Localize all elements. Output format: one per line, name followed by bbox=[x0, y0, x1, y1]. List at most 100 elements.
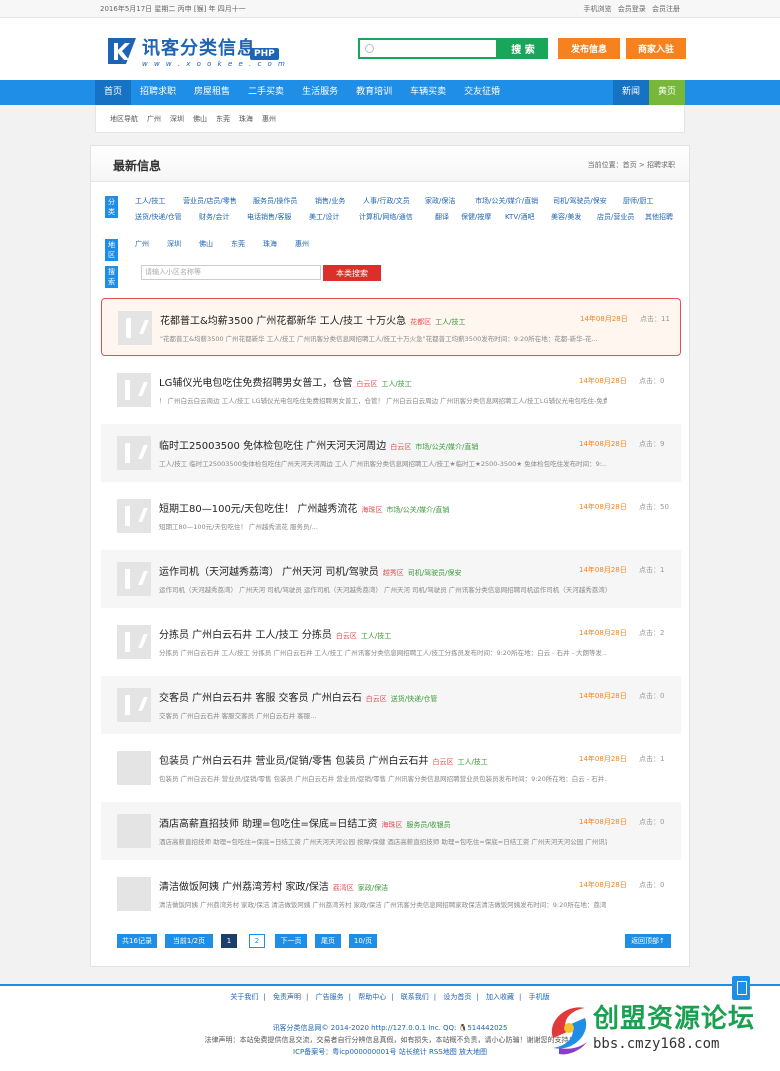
listing-title[interactable]: 短期工80—100元/天包吃住！ 广州越秀流花 bbox=[159, 504, 357, 515]
nav-jobs[interactable]: 招聘求职 bbox=[131, 80, 185, 105]
region-option[interactable]: 佛山 bbox=[199, 239, 213, 249]
listing-title[interactable]: 花都普工&均薪3500 广州花都新华 工人/技工 十万火急 bbox=[160, 316, 406, 327]
pager-last[interactable]: 尾页 bbox=[315, 934, 341, 948]
category-option[interactable]: 计算机/网络/通信 bbox=[359, 212, 413, 222]
list-item[interactable]: 清洁做饭阿姨 广州荔湾芳村 家政/保洁 荔湾区 家政/保洁 清洁做饭阿姨 广州荔湾芳… bbox=[101, 865, 681, 923]
listing-thumbnail[interactable] bbox=[117, 436, 151, 470]
region-option[interactable]: 广州 bbox=[135, 239, 149, 249]
pager-page-2[interactable]: 2 bbox=[249, 934, 265, 948]
subnav-region[interactable]: 佛山 bbox=[193, 114, 207, 124]
list-item[interactable]: 酒店高薪直招技师 助理=包吃住=保底=日结工资 海珠区 服务员/收银员 酒店高薪直招… bbox=[101, 802, 681, 860]
listing-title[interactable]: 包装员 广州白云石井 营业员/促销/零售 包装员 广州白云石井 bbox=[159, 756, 428, 767]
listing-title[interactable]: 分拣员 广州白云石井 工人/技工 分拣员 bbox=[159, 630, 332, 641]
mobile-phone-icon[interactable] bbox=[732, 976, 750, 1000]
listing-thumbnail[interactable] bbox=[117, 373, 151, 407]
listing-category[interactable]: 服务员/收银员 bbox=[406, 821, 450, 829]
pager-page-1[interactable]: 1 bbox=[221, 934, 237, 948]
footer-link-homepage[interactable]: 设为首页 bbox=[443, 993, 471, 1001]
category-option[interactable]: 美工/设计 bbox=[309, 212, 339, 222]
keyword-input[interactable]: 请输入小区名称等 bbox=[141, 265, 321, 280]
search-input[interactable] bbox=[358, 38, 498, 59]
back-to-top-button[interactable]: 返回顶部↑ bbox=[625, 934, 671, 948]
category-option[interactable]: 市场/公关/媒介/直销 bbox=[475, 196, 538, 206]
listing-thumbnail[interactable] bbox=[118, 311, 152, 345]
nav-vehicles[interactable]: 车辆买卖 bbox=[401, 80, 455, 105]
listing-category[interactable]: 送货/快递/仓管 bbox=[391, 695, 438, 703]
listing-title[interactable]: 运作司机（天河越秀荔湾） 广州天河 司机/驾驶员 bbox=[159, 567, 379, 578]
pager-next[interactable]: 下一页 bbox=[275, 934, 307, 948]
list-item[interactable]: LG辅仪光电包吃住免费招聘男女普工，仓管 白云区 工人/技工 ！ 广州白云白云周边 … bbox=[101, 361, 681, 419]
footer-link-help[interactable]: 帮助中心 bbox=[358, 993, 386, 1001]
list-item[interactable]: 分拣员 广州白云石井 工人/技工 分拣员 白云区 工人/技工 分拣员 广州白云石井 … bbox=[101, 613, 681, 671]
listing-category[interactable]: 工人/技工 bbox=[435, 318, 465, 326]
region-option[interactable]: 东莞 bbox=[231, 239, 245, 249]
subnav-region[interactable]: 惠州 bbox=[262, 114, 276, 124]
footer-link-ads[interactable]: 广告服务 bbox=[316, 993, 344, 1001]
listing-area[interactable]: 白云区 bbox=[356, 380, 377, 388]
category-option[interactable]: 财务/会计 bbox=[199, 212, 229, 222]
nav-news[interactable]: 新闻 bbox=[612, 80, 649, 105]
listing-category[interactable]: 司机/驾驶员/保安 bbox=[408, 569, 462, 577]
region-option[interactable]: 珠海 bbox=[263, 239, 277, 249]
category-option[interactable]: 人事/行政/文员 bbox=[363, 196, 410, 206]
category-search-button[interactable]: 本类搜索 bbox=[323, 265, 381, 281]
nav-yellowpages[interactable]: 黄页 bbox=[648, 80, 685, 105]
nav-services[interactable]: 生活服务 bbox=[293, 80, 347, 105]
category-option[interactable]: 电话销售/客服 bbox=[247, 212, 291, 222]
subnav-region[interactable]: 东莞 bbox=[216, 114, 230, 124]
nav-dating[interactable]: 交友征婚 bbox=[455, 80, 509, 105]
listing-area[interactable]: 越秀区 bbox=[383, 569, 404, 577]
listing-area[interactable]: 海珠区 bbox=[381, 821, 402, 829]
list-item[interactable]: 运作司机（天河越秀荔湾） 广州天河 司机/驾驶员 越秀区 司机/驾驶员/保安 运作司… bbox=[101, 550, 681, 608]
listing-area[interactable]: 花都区 bbox=[410, 318, 431, 326]
list-item[interactable]: 交客员 广州白云石井 客服 交客员 广州白云石 白云区 送货/快递/仓管 交客员 广… bbox=[101, 676, 681, 734]
merchant-join-button[interactable]: 商家入驻 bbox=[626, 38, 686, 59]
listing-title[interactable]: 清洁做饭阿姨 广州荔湾芳村 家政/保洁 bbox=[159, 882, 329, 893]
category-option[interactable]: 营业员/店员/零售 bbox=[183, 196, 237, 206]
listing-category[interactable]: 工人/技工 bbox=[361, 632, 391, 640]
category-option[interactable]: 销售/业务 bbox=[315, 196, 345, 206]
nav-housing[interactable]: 房屋租售 bbox=[185, 80, 239, 105]
listing-category[interactable]: 家政/保洁 bbox=[358, 884, 388, 892]
listing-thumbnail[interactable] bbox=[117, 625, 151, 659]
list-item[interactable]: 花都普工&均薪3500 广州花都新华 工人/技工 十万火急 花都区 工人/技工 "花… bbox=[101, 298, 681, 356]
listing-area[interactable]: 荔湾区 bbox=[333, 884, 354, 892]
category-option[interactable]: 厨师/厨工 bbox=[623, 196, 653, 206]
listing-thumbnail-placeholder[interactable] bbox=[117, 814, 151, 848]
category-option[interactable]: 工人/技工 bbox=[135, 196, 165, 206]
region-option[interactable]: 深圳 bbox=[167, 239, 181, 249]
category-option[interactable]: 其他招聘 bbox=[645, 212, 673, 222]
listing-thumbnail[interactable] bbox=[117, 688, 151, 722]
listing-area[interactable]: 白云区 bbox=[366, 695, 387, 703]
category-option[interactable]: 服务员/操作员 bbox=[253, 196, 297, 206]
category-option[interactable]: 美容/美发 bbox=[551, 212, 581, 222]
listing-title[interactable]: LG辅仪光电包吃住免费招聘男女普工，仓管 bbox=[159, 378, 352, 389]
region-option[interactable]: 惠州 bbox=[295, 239, 309, 249]
listing-category[interactable]: 市场/公关/媒介/直销 bbox=[386, 506, 449, 514]
category-option[interactable]: 司机/驾驶员/保安 bbox=[553, 196, 607, 206]
listing-category[interactable]: 工人/技工 bbox=[381, 380, 411, 388]
listing-category[interactable]: 市场/公关/媒介/直销 bbox=[415, 443, 478, 451]
footer-link-contact[interactable]: 联系我们 bbox=[401, 993, 429, 1001]
search-button[interactable]: 搜 索 bbox=[498, 38, 548, 59]
list-item[interactable]: 短期工80—100元/天包吃住！ 广州越秀流花 海珠区 市场/公关/媒介/直销 短期… bbox=[101, 487, 681, 545]
listing-area[interactable]: 海珠区 bbox=[361, 506, 382, 514]
category-option[interactable]: 送货/快递/仓管 bbox=[135, 212, 182, 222]
register-link[interactable]: 会员注册 bbox=[652, 5, 680, 13]
list-item[interactable]: 包装员 广州白云石井 营业员/促销/零售 包装员 广州白云石井 白云区 工人/技工 … bbox=[101, 739, 681, 797]
list-item[interactable]: 临时工25003500 免体检包吃住 广州天河天河周边 白云区 市场/公关/媒介/直… bbox=[101, 424, 681, 482]
listing-category[interactable]: 工人/技工 bbox=[457, 758, 487, 766]
pager-per-page[interactable]: 10/页 bbox=[349, 934, 377, 948]
subnav-region[interactable]: 深圳 bbox=[170, 114, 184, 124]
footer-link-about[interactable]: 关于我们 bbox=[230, 993, 258, 1001]
listing-area[interactable]: 白云区 bbox=[432, 758, 453, 766]
listing-area[interactable]: 白云区 bbox=[336, 632, 357, 640]
nav-secondhand[interactable]: 二手买卖 bbox=[239, 80, 293, 105]
nav-home[interactable]: 首页 bbox=[95, 80, 132, 105]
mobile-link[interactable]: 手机浏览 bbox=[584, 5, 612, 13]
category-option[interactable]: 店员/营业员 bbox=[597, 212, 634, 222]
post-info-button[interactable]: 发布信息 bbox=[558, 38, 620, 59]
subnav-region[interactable]: 珠海 bbox=[239, 114, 253, 124]
listing-title[interactable]: 交客员 广州白云石井 客服 交客员 广州白云石 bbox=[159, 693, 362, 704]
listing-title[interactable]: 临时工25003500 免体检包吃住 广州天河天河周边 bbox=[159, 441, 386, 452]
